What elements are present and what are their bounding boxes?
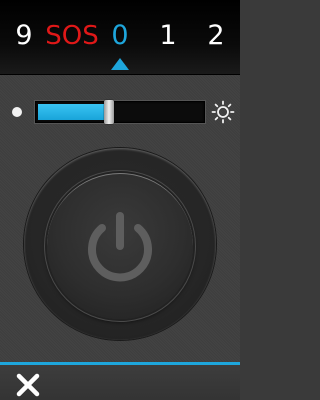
mode-item-0[interactable]: 0 <box>107 18 133 54</box>
flashlight-screen: 9 SOS 0 1 2 <box>0 0 240 400</box>
selected-mode-pointer <box>111 58 129 70</box>
mode-item-1[interactable]: 1 <box>155 18 181 54</box>
brightness-slider-thumb[interactable] <box>104 100 114 124</box>
dim-dot-icon <box>12 107 22 117</box>
mode-selector[interactable]: 9 SOS 0 1 2 <box>0 0 240 75</box>
power-icon <box>88 212 152 282</box>
mode-item-9[interactable]: 9 <box>12 18 36 54</box>
close-icon[interactable] <box>14 371 42 399</box>
sun-icon <box>211 100 235 124</box>
brightness-slider[interactable] <box>35 100 205 124</box>
mode-item-sos[interactable]: SOS <box>44 18 100 54</box>
mode-item-2[interactable]: 2 <box>203 18 229 54</box>
brightness-slider-fill <box>38 104 109 120</box>
